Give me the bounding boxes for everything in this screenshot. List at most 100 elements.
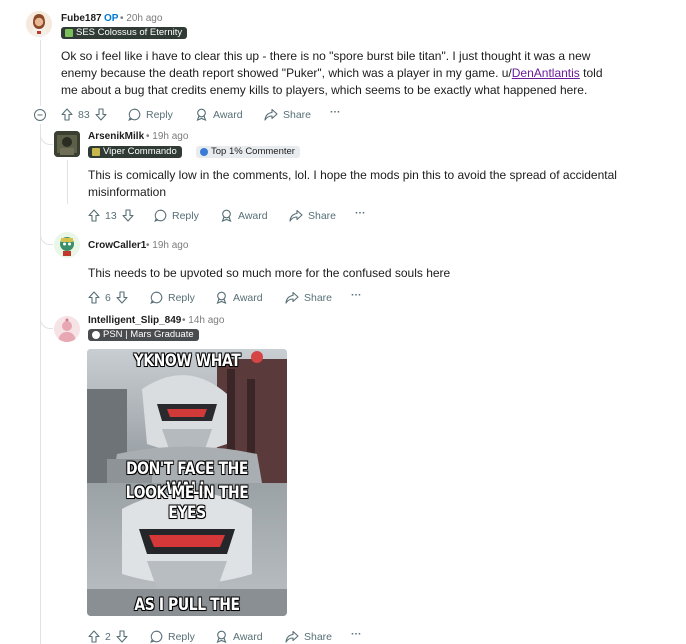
reply-label: Reply [146, 108, 173, 121]
flair-icon [65, 29, 73, 37]
username[interactable]: Fube187 [61, 13, 102, 24]
share-button[interactable]: Share [285, 630, 332, 643]
share-button[interactable]: Share [285, 291, 332, 304]
thread-line [40, 40, 41, 106]
avatar-image [54, 131, 80, 157]
comment-body: Ok so i feel like i have to clear this u… [61, 48, 621, 99]
more-icon: ··· [355, 207, 366, 219]
vote-group: 83 [61, 108, 107, 121]
timestamp: • 20h ago [120, 13, 163, 24]
avatar-image [54, 232, 80, 258]
thread-line [40, 124, 41, 644]
timestamp: • 19h ago [146, 131, 189, 142]
vote-group: 13 [88, 209, 134, 222]
more-icon: ··· [351, 628, 362, 640]
vote-group: 6 [88, 291, 128, 304]
share-label: Share [304, 630, 333, 643]
downvote-icon[interactable] [122, 209, 134, 222]
meme-caption-top: YKNOW WHAT [133, 351, 241, 371]
timestamp: • 14h ago [182, 315, 225, 326]
badge-icon [200, 148, 208, 156]
award-icon [196, 108, 207, 121]
reply-button[interactable]: Reply [128, 108, 173, 121]
upvote-icon[interactable] [61, 108, 73, 121]
more-icon: ··· [351, 289, 362, 301]
collapse-icon [34, 109, 46, 121]
more-options-button[interactable]: ··· [351, 628, 362, 640]
vote-count: 6 [105, 291, 111, 304]
username[interactable]: ArsenikMilk [88, 131, 144, 142]
reply-label: Reply [168, 291, 195, 304]
user-flair: SES Colossus of Eternity [61, 27, 188, 39]
collapse-button[interactable] [34, 108, 46, 121]
vote-count: 13 [105, 209, 117, 222]
reply-icon [150, 291, 163, 304]
timestamp-text: 19h ago [152, 131, 189, 142]
upvote-icon[interactable] [88, 291, 100, 304]
more-options-button[interactable]: ··· [330, 106, 341, 118]
badge-text: Top 1% Commenter [211, 146, 295, 157]
vote-count: 2 [105, 630, 111, 643]
user-mention-link[interactable]: DenAntlantis [512, 66, 580, 80]
share-label: Share [283, 108, 312, 121]
award-label: Award [213, 108, 243, 121]
award-label: Award [233, 630, 263, 643]
reply-label: Reply [168, 630, 195, 643]
flair-icon [92, 148, 100, 156]
avatar-image [54, 316, 80, 342]
reply-button[interactable]: Reply [150, 630, 195, 643]
award-icon [221, 209, 232, 222]
meme-image[interactable]: YKNOW WHAT DON'T FACE THE WALL LOOK ME I… [87, 349, 287, 616]
downvote-icon[interactable] [116, 291, 128, 304]
user-flair: Viper Commando [88, 146, 182, 158]
thread-line [67, 160, 68, 204]
flair-text: PSN | Mars Graduate [103, 329, 194, 340]
timestamp-text: 19h ago [152, 240, 189, 251]
flair-text: Viper Commando [103, 146, 177, 157]
reply-button[interactable]: Reply [154, 209, 199, 222]
more-options-button[interactable]: ··· [351, 289, 362, 301]
award-icon [216, 630, 227, 643]
award-button[interactable]: Award [215, 291, 263, 304]
award-button[interactable]: Award [195, 108, 243, 121]
reply-connector [40, 232, 53, 245]
avatar[interactable] [54, 131, 80, 157]
timestamp: • 19h ago [146, 240, 189, 251]
share-button[interactable]: Share [264, 108, 311, 121]
share-button[interactable]: Share [289, 209, 336, 222]
comment-body: This needs to be upvoted so much more fo… [88, 266, 451, 280]
award-icon [216, 291, 227, 304]
top-commenter-badge: Top 1% Commenter [196, 146, 300, 158]
meme-caption-bottom: AS I PULL THE TRIGGER [134, 595, 240, 616]
reply-label: Reply [172, 209, 199, 222]
share-icon [285, 291, 299, 304]
avatar-image [26, 11, 52, 37]
avatar[interactable] [54, 232, 80, 258]
downvote-icon[interactable] [116, 630, 128, 643]
award-button[interactable]: Award [215, 630, 263, 643]
reply-icon [150, 630, 163, 643]
username[interactable]: Intelligent_Slip_849 [88, 315, 181, 326]
reply-button[interactable]: Reply [150, 291, 195, 304]
award-label: Award [233, 291, 263, 304]
upvote-icon[interactable] [88, 630, 100, 643]
share-icon [264, 108, 278, 121]
downvote-icon[interactable] [95, 108, 107, 121]
timestamp-text: 20h ago [126, 13, 163, 24]
award-label: Award [238, 209, 268, 222]
vote-count: 83 [78, 108, 90, 121]
share-label: Share [304, 291, 333, 304]
avatar[interactable] [26, 11, 52, 37]
award-button[interactable]: Award [220, 209, 268, 222]
upvote-icon[interactable] [88, 209, 100, 222]
meme-caption-middle-2: LOOK ME IN THE EYES [125, 483, 249, 523]
timestamp-text: 14h ago [188, 315, 225, 326]
more-icon: ··· [330, 106, 341, 118]
more-options-button[interactable]: ··· [355, 207, 366, 219]
playstation-icon [92, 331, 100, 339]
vote-group: 2 [88, 630, 128, 643]
share-icon [289, 209, 303, 222]
reply-icon [154, 209, 167, 222]
username[interactable]: CrowCaller1 [88, 240, 146, 251]
avatar[interactable] [54, 316, 80, 342]
